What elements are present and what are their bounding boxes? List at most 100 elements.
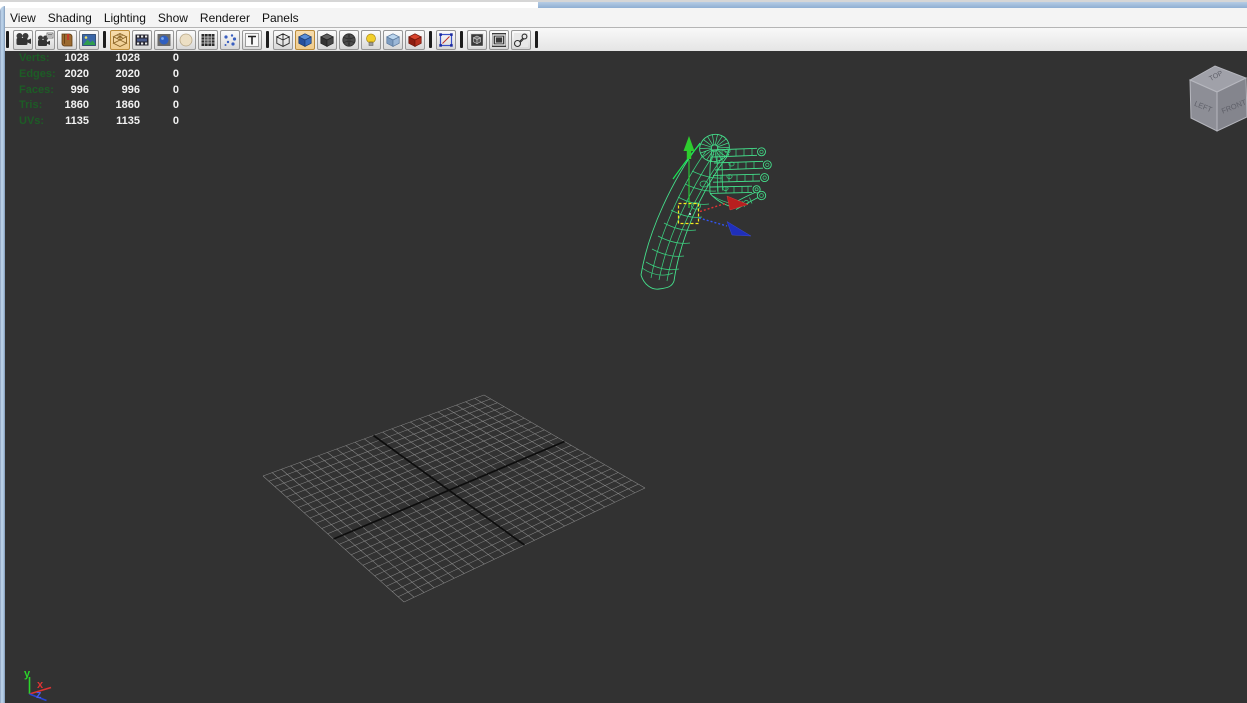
book-icon bbox=[58, 31, 76, 49]
frame-blue-icon bbox=[437, 31, 455, 49]
smooth-shade-sphere-button[interactable] bbox=[339, 30, 359, 50]
cube-blue-icon bbox=[296, 31, 314, 49]
xray-active-components-button[interactable] bbox=[405, 30, 425, 50]
joint-icon bbox=[512, 31, 530, 49]
bookmarks-button[interactable] bbox=[57, 30, 77, 50]
menu-shading[interactable]: Shading bbox=[48, 11, 92, 25]
xray-display-button[interactable] bbox=[383, 30, 403, 50]
hud-value: 1860 bbox=[89, 98, 140, 114]
cube-dark-icon bbox=[318, 31, 336, 49]
cage-icon bbox=[199, 31, 217, 49]
menu-show[interactable]: Show bbox=[158, 11, 188, 25]
panel-menu-bar: View Shading Lighting Show Renderer Pane… bbox=[0, 8, 1247, 28]
toolbar-separator bbox=[460, 31, 463, 48]
cube-wire-icon bbox=[274, 31, 292, 49]
hud-value: 0 bbox=[140, 83, 179, 99]
menu-lighting[interactable]: Lighting bbox=[104, 11, 146, 25]
camera-attrs-icon bbox=[36, 31, 54, 49]
hud-row-verts: Verts: 1028 1028 0 bbox=[19, 51, 179, 67]
manipulator-y-arrow-base bbox=[687, 151, 691, 159]
film-icon bbox=[133, 31, 151, 49]
menu-renderer[interactable]: Renderer bbox=[200, 11, 250, 25]
axis-y-label: y bbox=[24, 668, 31, 680]
particles-display-button[interactable] bbox=[220, 30, 240, 50]
hud-value: 1135 bbox=[89, 114, 140, 130]
texture-placement-button[interactable] bbox=[242, 30, 262, 50]
hud-value: 996 bbox=[59, 83, 89, 99]
ball-icon bbox=[155, 31, 173, 49]
toolbar-separator bbox=[266, 31, 269, 48]
wireframe-display-button[interactable] bbox=[110, 30, 130, 50]
menu-panels[interactable]: Panels bbox=[262, 11, 299, 25]
default-material-button[interactable] bbox=[176, 30, 196, 50]
panel-frame-left bbox=[0, 6, 5, 703]
toolbar-separator bbox=[6, 31, 9, 48]
lattice-icon bbox=[111, 31, 129, 49]
image-plane-button[interactable] bbox=[79, 30, 99, 50]
frame-icon bbox=[490, 31, 508, 49]
hud-value: 996 bbox=[89, 83, 140, 99]
manipulator-z-shaft[interactable] bbox=[699, 218, 727, 226]
hud-value: 1135 bbox=[59, 114, 89, 130]
smooth-shade-all-button[interactable] bbox=[132, 30, 152, 50]
hud-row-faces: Faces: 996 996 0 bbox=[19, 83, 179, 99]
camera-attributes-button[interactable] bbox=[35, 30, 55, 50]
menu-view[interactable]: View bbox=[10, 11, 36, 25]
hud-value: 1028 bbox=[59, 51, 89, 67]
circle-icon bbox=[177, 31, 195, 49]
toolbar-separator bbox=[535, 31, 538, 48]
cube-lightblue-icon bbox=[384, 31, 402, 49]
hud-value: 0 bbox=[140, 98, 179, 114]
hud-value: 0 bbox=[140, 51, 179, 67]
smooth-wireframe-button[interactable] bbox=[295, 30, 315, 50]
toolbar-separator bbox=[103, 31, 106, 48]
dots-icon bbox=[221, 31, 239, 49]
camera-icon bbox=[14, 31, 32, 49]
manipulator-z-arrow[interactable] bbox=[727, 222, 751, 237]
hud-row-uvs: UVs: 1135 1135 0 bbox=[19, 114, 179, 130]
hud-label: UVs: bbox=[19, 114, 59, 130]
sphere-dark-icon bbox=[340, 31, 358, 49]
hud-value: 1028 bbox=[89, 51, 140, 67]
manipulator-y-arrow[interactable] bbox=[684, 136, 695, 151]
hud-label: Faces: bbox=[19, 83, 59, 99]
axis-orientation-gizmo: y x z bbox=[24, 668, 51, 701]
hud-value: 0 bbox=[140, 67, 179, 83]
letter-t-icon bbox=[243, 31, 261, 49]
hud-value: 1860 bbox=[59, 98, 89, 114]
isolate-select-button[interactable] bbox=[436, 30, 456, 50]
hud-label: Tris: bbox=[19, 98, 59, 114]
plugin-display-button[interactable] bbox=[467, 30, 487, 50]
scene-svg: TOP LEFT FRONT y x z bbox=[0, 51, 1247, 703]
textured-display-button[interactable] bbox=[154, 30, 174, 50]
arm-wireframe-model[interactable] bbox=[641, 130, 771, 289]
cube-red-icon bbox=[406, 31, 424, 49]
manipulator-pivot-dot bbox=[689, 213, 691, 215]
cube-framed-icon bbox=[468, 31, 486, 49]
hud-row-edges: Edges: 2020 2020 0 bbox=[19, 67, 179, 83]
field-chart-button[interactable] bbox=[489, 30, 509, 50]
toolbar-separator bbox=[429, 31, 432, 48]
bulb-icon bbox=[362, 31, 380, 49]
backface-culling-button[interactable] bbox=[317, 30, 337, 50]
wireframe-on-shaded-button[interactable] bbox=[273, 30, 293, 50]
ground-grid-plane bbox=[263, 395, 645, 602]
hud-label: Edges: bbox=[19, 67, 59, 83]
hud-value: 2020 bbox=[89, 67, 140, 83]
manipulator-x-arrow[interactable] bbox=[727, 196, 748, 210]
image-icon bbox=[80, 31, 98, 49]
hud-label: Verts: bbox=[19, 51, 59, 67]
hud-value: 2020 bbox=[59, 67, 89, 83]
hud-value: 0 bbox=[140, 114, 179, 130]
shade-textures-button[interactable] bbox=[198, 30, 218, 50]
hud-row-tris: Tris: 1860 1860 0 bbox=[19, 98, 179, 114]
xray-joints-button[interactable] bbox=[511, 30, 531, 50]
viewport-3d[interactable]: TOP LEFT FRONT y x z Verts: 1028 1028 0 … bbox=[0, 51, 1247, 703]
select-camera-button[interactable] bbox=[13, 30, 33, 50]
panel-toolbar bbox=[0, 28, 1247, 53]
poly-count-hud: Verts: 1028 1028 0 Edges: 2020 2020 0 Fa… bbox=[19, 51, 179, 130]
axis-z-label: z bbox=[36, 689, 42, 701]
panel-chrome: View Shading Lighting Show Renderer Pane… bbox=[0, 0, 1247, 51]
view-cube[interactable]: TOP LEFT FRONT bbox=[1190, 66, 1247, 131]
use-all-lights-button[interactable] bbox=[361, 30, 381, 50]
